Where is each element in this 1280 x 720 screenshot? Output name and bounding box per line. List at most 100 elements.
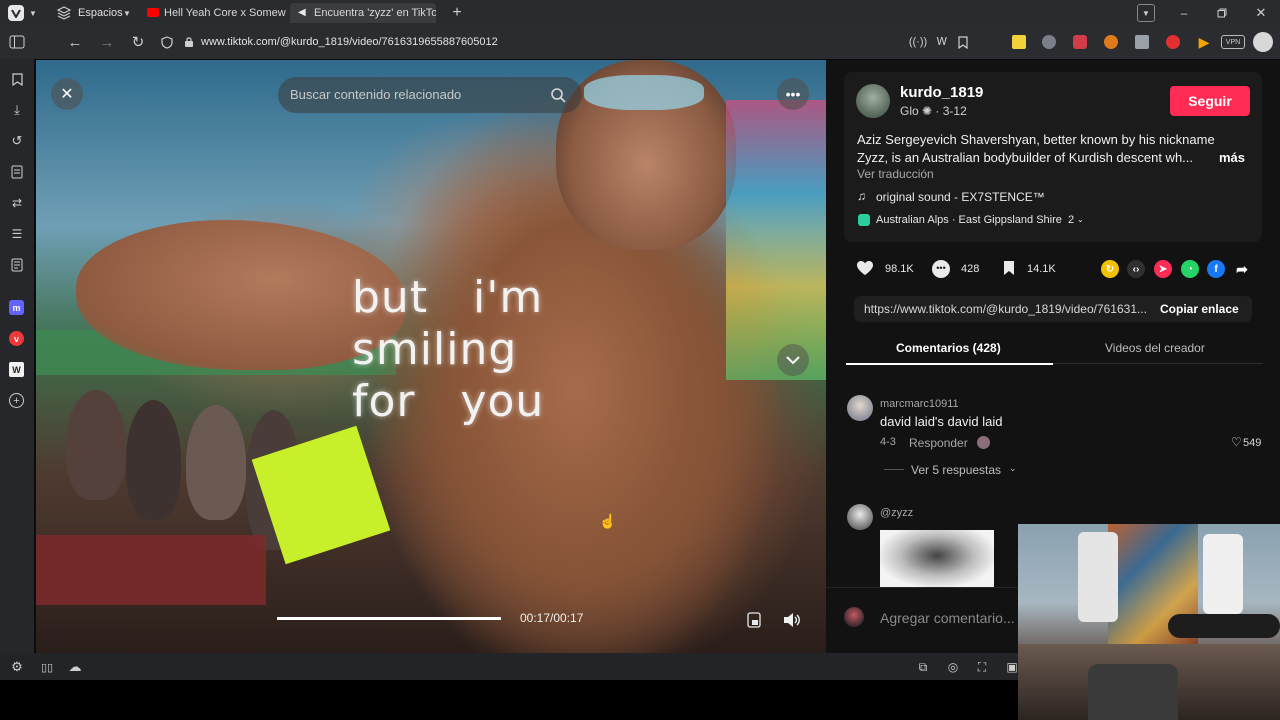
tab-title: Hell Yeah Core x Somewhe bbox=[164, 7, 286, 19]
workspaces-label[interactable]: Espacios bbox=[78, 7, 123, 19]
audio-icon[interactable]: ((·)) bbox=[909, 34, 927, 50]
more-options-icon[interactable]: ••• bbox=[777, 78, 809, 110]
comment-image[interactable] bbox=[880, 530, 994, 587]
reading-list-icon[interactable]: ☰ bbox=[9, 226, 25, 242]
volume-icon[interactable] bbox=[781, 609, 803, 631]
tab-creator-videos[interactable]: Videos del creador bbox=[1105, 341, 1205, 355]
capture-icon[interactable]: ◎ bbox=[945, 659, 961, 675]
url-field[interactable]: www.tiktok.com/@kurdo_1819/video/7616319… bbox=[201, 36, 498, 48]
desk-object bbox=[1168, 614, 1280, 638]
reload-icon[interactable]: ↻ bbox=[129, 34, 147, 51]
downloads-icon[interactable]: ⤓ bbox=[9, 102, 25, 118]
minimize-icon[interactable]: – bbox=[1177, 4, 1191, 22]
whatsapp-icon[interactable]: ◔ bbox=[1181, 260, 1199, 278]
share-arrow-icon[interactable]: ➦ bbox=[1233, 260, 1251, 278]
settings-icon[interactable]: ⚙ bbox=[9, 659, 25, 675]
more-link[interactable]: más bbox=[1219, 150, 1245, 165]
like-count: 98.1K bbox=[885, 263, 914, 275]
workspaces-icon[interactable] bbox=[56, 5, 72, 21]
location-chevron-icon[interactable]: ⌄ bbox=[1077, 215, 1084, 224]
comment-like-icon[interactable]: ♡ bbox=[1231, 435, 1242, 449]
translate-link[interactable]: Ver traducción bbox=[857, 167, 934, 181]
creator-username[interactable]: kurdo_1819 bbox=[900, 84, 983, 101]
related-search-input[interactable]: Buscar contenido relacionado bbox=[278, 77, 582, 113]
comment-icon[interactable]: ••• bbox=[932, 260, 950, 278]
send-icon[interactable]: ➤ bbox=[1154, 260, 1172, 278]
copy-link-button[interactable]: Copiar enlace bbox=[1160, 302, 1239, 316]
forward-icon[interactable]: → bbox=[98, 34, 116, 51]
bookmarks-panel-icon[interactable] bbox=[9, 71, 25, 87]
sync-cloud-icon[interactable]: ☁ bbox=[66, 659, 84, 675]
speaker-icon[interactable]: ◀ bbox=[298, 3, 306, 23]
comment-avatar[interactable] bbox=[847, 504, 873, 530]
embed-icon[interactable]: ‹› bbox=[1127, 260, 1145, 278]
location-count[interactable]: 2 bbox=[1068, 214, 1074, 226]
comment-text: david laid's david laid bbox=[880, 414, 1003, 429]
comment-date: 4-3 bbox=[880, 436, 896, 448]
creator-subtitle: Glo ✺ · 3-12 bbox=[900, 104, 967, 118]
view-replies-button[interactable]: Ver 5 respuestas bbox=[911, 463, 1001, 477]
comment-username[interactable]: @zyzz bbox=[880, 507, 913, 519]
progress-bar[interactable] bbox=[277, 617, 501, 620]
video-player[interactable]: ✕ Buscar contenido relacionado ••• but i… bbox=[36, 60, 826, 653]
close-window-icon[interactable]: ✕ bbox=[1254, 4, 1268, 22]
play-extension-icon[interactable]: ▶ bbox=[1196, 34, 1212, 50]
extension-pocket-icon[interactable] bbox=[1073, 35, 1087, 49]
panel-toggle-icon[interactable] bbox=[8, 34, 26, 50]
add-panel-icon[interactable]: + bbox=[9, 393, 24, 408]
follow-button[interactable]: Seguir bbox=[1170, 86, 1250, 116]
like-icon[interactable] bbox=[856, 260, 874, 278]
location-label[interactable]: Australian Alps · East Gippsland Shire bbox=[876, 214, 1062, 226]
video-link[interactable]: https://www.tiktok.com/@kurdo_1819/video… bbox=[864, 302, 1147, 316]
hanging-shirt bbox=[1203, 534, 1243, 614]
tab-tiktok-search[interactable]: ◀ Encuentra 'zyzz' en TikTok | bbox=[290, 3, 436, 23]
vivaldi-icon[interactable]: v bbox=[9, 331, 24, 346]
pip-icon[interactable] bbox=[744, 610, 764, 630]
wikipedia-icon[interactable]: W bbox=[9, 362, 24, 377]
translate-icon[interactable]: Ꮃ bbox=[934, 34, 950, 50]
description-line-2: Zyzz, is an Australian bodybuilder of Ku… bbox=[857, 150, 1194, 165]
replies-chevron-icon[interactable]: ⌄ bbox=[1009, 463, 1017, 474]
add-comment-input[interactable]: Agregar comentario... bbox=[880, 610, 1015, 626]
search-icon[interactable] bbox=[550, 87, 566, 103]
record-icon[interactable] bbox=[1166, 35, 1180, 49]
notes-icon[interactable] bbox=[9, 164, 25, 180]
comment-avatar[interactable] bbox=[847, 395, 873, 421]
vivaldi-menu-icon[interactable] bbox=[8, 5, 24, 21]
vpn-icon[interactable]: VPN bbox=[1221, 35, 1245, 49]
youtube-icon bbox=[147, 8, 159, 17]
reply-button[interactable]: Responder bbox=[909, 436, 968, 450]
tab-list-icon[interactable]: ▼ bbox=[1137, 4, 1155, 22]
page-actions-icon[interactable]: ⧉ bbox=[915, 659, 931, 675]
extension-ghost-icon[interactable] bbox=[1042, 35, 1056, 49]
shield-icon[interactable] bbox=[160, 35, 174, 49]
next-video-icon[interactable] bbox=[777, 344, 809, 376]
profile-avatar[interactable] bbox=[1253, 32, 1273, 52]
close-video-button[interactable]: ✕ bbox=[51, 78, 83, 110]
maximize-icon[interactable] bbox=[1215, 4, 1229, 22]
sound-link[interactable]: original sound - EX7STENCE™ bbox=[876, 190, 1045, 204]
extension-fox-icon[interactable] bbox=[1104, 35, 1118, 49]
creator-avatar[interactable] bbox=[856, 84, 890, 118]
tab-comments[interactable]: Comentarios (428) bbox=[896, 341, 1001, 355]
chevron-down-icon[interactable]: ▼ bbox=[28, 7, 38, 19]
extension-notes-icon[interactable] bbox=[1012, 35, 1026, 49]
back-icon[interactable]: ← bbox=[66, 34, 84, 51]
mastodon-icon[interactable]: m bbox=[9, 300, 24, 315]
tab-hell-yeah-core[interactable]: Hell Yeah Core x Somewhe bbox=[141, 3, 286, 23]
window-panel-icon[interactable] bbox=[9, 257, 25, 273]
bookmark-icon[interactable] bbox=[956, 34, 970, 50]
tiling-icon[interactable]: ▯▯ bbox=[39, 659, 55, 675]
video-caption-overlay: but i'm smiling for you bbox=[352, 272, 545, 427]
fullscreen-icon[interactable]: ⛶ bbox=[974, 659, 990, 675]
history-icon[interactable]: ↺ bbox=[9, 133, 25, 149]
lock-icon[interactable] bbox=[183, 35, 195, 49]
translate-panel-icon[interactable]: ⇄ bbox=[9, 195, 25, 211]
comment-username[interactable]: marcmarc10911 bbox=[880, 398, 959, 410]
save-icon[interactable] bbox=[1003, 260, 1017, 278]
repost-icon[interactable]: ↻ bbox=[1101, 260, 1119, 278]
workspaces-chevron-icon[interactable]: ▼ bbox=[122, 7, 132, 19]
extension-window-icon[interactable] bbox=[1135, 35, 1149, 49]
facebook-icon[interactable]: f bbox=[1207, 260, 1225, 278]
new-tab-icon[interactable]: + bbox=[449, 4, 465, 22]
